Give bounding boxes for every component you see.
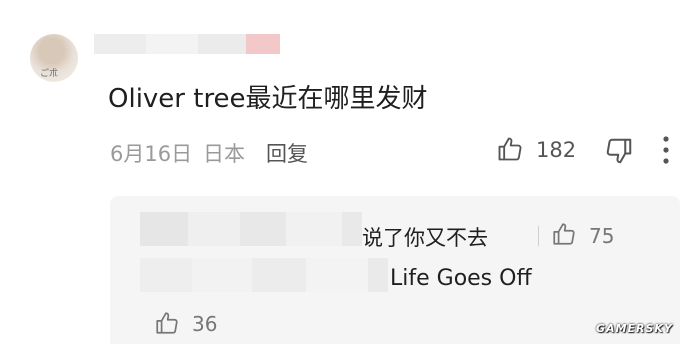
like-count: 36	[192, 312, 218, 336]
user-badge-blurred	[246, 34, 280, 54]
reply-text: 说了你又不去	[362, 226, 488, 250]
username-blurred	[198, 34, 246, 54]
more-vertical-icon[interactable]	[660, 134, 672, 166]
reply-button[interactable]: 回复	[266, 138, 308, 168]
thumbs-down-icon[interactable]	[604, 136, 634, 166]
thumbs-up-icon[interactable]	[154, 310, 180, 336]
avatar-mark: ご朮	[40, 69, 59, 79]
comment-text: Oliver tree最近在哪里发财	[108, 84, 428, 114]
thumbs-up-icon[interactable]	[551, 221, 577, 247]
watermark: GAMERSKY	[596, 322, 673, 335]
username-blurred	[146, 34, 198, 54]
thumbs-up-icon[interactable]	[496, 135, 524, 163]
reply-like-count: 75	[589, 224, 615, 248]
username-blurred	[94, 34, 146, 54]
reply-text: Life Goes Off	[390, 266, 532, 291]
divider	[538, 226, 539, 246]
comment-location: 日本	[203, 142, 245, 166]
like-count: 182	[536, 138, 577, 162]
comment-date: 6月16日	[110, 142, 193, 166]
avatar[interactable]: ご朮	[30, 34, 78, 82]
